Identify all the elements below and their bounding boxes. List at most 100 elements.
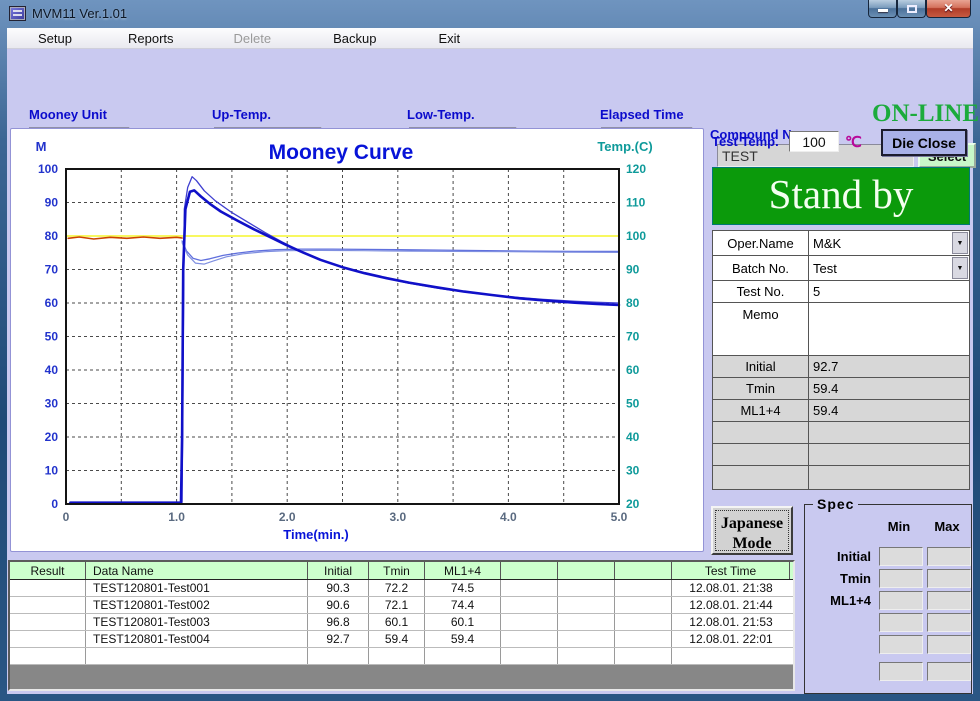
results-header-cell: Test Time bbox=[672, 562, 790, 579]
minimize-icon bbox=[878, 9, 888, 12]
results-cell: 92.7 bbox=[308, 631, 369, 647]
menu-item-exit[interactable]: Exit bbox=[438, 31, 460, 46]
spec-min-input[interactable] bbox=[879, 613, 923, 632]
results-cell bbox=[672, 648, 790, 664]
spec-min-input[interactable] bbox=[879, 591, 923, 610]
results-row[interactable] bbox=[10, 648, 793, 665]
spec-title: Spec bbox=[813, 496, 858, 512]
app-window: MVM11 Ver.1.01 ✕ SetupReportsDeleteBacku… bbox=[0, 0, 980, 701]
results-row[interactable]: TEST120801-Test00492.759.459.412.08.01. … bbox=[10, 631, 793, 648]
results-cell bbox=[10, 614, 86, 630]
results-header-cell: ML1+4 bbox=[425, 562, 501, 579]
memo-label: Memo bbox=[713, 303, 809, 355]
results-row[interactable]: TEST120801-Test00190.372.274.512.08.01. … bbox=[10, 580, 793, 597]
memo-input[interactable] bbox=[809, 303, 969, 355]
menu-item-reports[interactable]: Reports bbox=[128, 31, 174, 46]
batch-no-label: Batch No. bbox=[713, 256, 809, 280]
mooney-chart: Mooney Curve M Temp.(C) Time(min.) 01020… bbox=[11, 129, 703, 551]
minimize-button[interactable] bbox=[868, 0, 897, 18]
results-cell bbox=[501, 648, 558, 664]
chart-title: Mooney Curve bbox=[269, 141, 414, 164]
test-temp-input[interactable]: 100 bbox=[789, 131, 839, 152]
spec-row bbox=[805, 611, 971, 633]
results-cell bbox=[501, 631, 558, 647]
results-cell bbox=[558, 631, 615, 647]
results-cell: 90.6 bbox=[308, 597, 369, 613]
batch-no-combo[interactable]: Test ▼ bbox=[809, 256, 969, 280]
x-axis-tick: 5.0 bbox=[611, 510, 628, 524]
oper-name-combo[interactable]: M&K ▼ bbox=[809, 231, 969, 255]
results-cell bbox=[558, 648, 615, 664]
spec-max-input[interactable] bbox=[927, 662, 971, 681]
results-cell bbox=[558, 614, 615, 630]
spec-max-input[interactable] bbox=[927, 569, 971, 588]
results-header-row: ResultData NameInitialTminML1+4Test Time bbox=[10, 562, 793, 580]
results-cell: 12.08.01. 21:44 bbox=[672, 597, 790, 613]
results-cell: 12.08.01. 21:53 bbox=[672, 614, 790, 630]
left-axis-tick: 20 bbox=[45, 430, 59, 444]
results-header-cell bbox=[615, 562, 672, 579]
results-cell: 72.2 bbox=[369, 580, 425, 596]
spec-min-input[interactable] bbox=[879, 662, 923, 681]
spec-max-input[interactable] bbox=[927, 635, 971, 654]
results-cell bbox=[10, 597, 86, 613]
window-bottom-border bbox=[0, 694, 980, 701]
app-icon bbox=[9, 6, 26, 21]
maximize-button[interactable] bbox=[897, 0, 926, 18]
chevron-down-icon[interactable]: ▼ bbox=[952, 257, 968, 279]
x-axis-label: Time(min.) bbox=[283, 527, 349, 542]
batch-no-value: Test bbox=[813, 261, 837, 276]
spec-row-ml14: ML1+4 bbox=[805, 589, 971, 611]
status-banner: Stand by bbox=[712, 167, 970, 225]
spec-row-label: ML1+4 bbox=[805, 593, 875, 608]
spec-min-input[interactable] bbox=[879, 569, 923, 588]
window-controls: ✕ bbox=[868, 0, 971, 18]
results-cell bbox=[10, 648, 86, 664]
spec-min-input[interactable] bbox=[879, 635, 923, 654]
results-row[interactable]: TEST120801-Test00290.672.174.412.08.01. … bbox=[10, 597, 793, 614]
oper-name-label: Oper.Name bbox=[713, 231, 809, 255]
results-cell bbox=[369, 648, 425, 664]
memo-row: Memo bbox=[713, 303, 969, 356]
results-cell bbox=[615, 648, 672, 664]
menu-item-backup[interactable]: Backup bbox=[333, 31, 376, 46]
spec-max-input[interactable] bbox=[927, 613, 971, 632]
spec-min-input[interactable] bbox=[879, 547, 923, 566]
results-row[interactable]: TEST120801-Test00396.860.160.112.08.01. … bbox=[10, 614, 793, 631]
test-temp-unit: ℃ bbox=[845, 133, 862, 151]
empty-row bbox=[713, 466, 969, 489]
close-icon: ✕ bbox=[927, 1, 970, 15]
japanese-mode-button[interactable]: Japanese Mode bbox=[711, 506, 793, 555]
results-header-cell: Initial bbox=[308, 562, 369, 579]
spec-groupbox: Spec Min Max InitialTminML1+4 bbox=[804, 504, 972, 694]
results-cell: TEST120801-Test004 bbox=[86, 631, 308, 647]
menu-item-setup[interactable]: Setup bbox=[38, 31, 72, 46]
empty-row bbox=[713, 444, 969, 466]
close-button[interactable]: ✕ bbox=[926, 0, 971, 18]
spec-row bbox=[805, 660, 971, 682]
left-axis-tick: 70 bbox=[45, 263, 59, 277]
left-axis-tick: 90 bbox=[45, 196, 59, 210]
spec-max-input[interactable] bbox=[927, 591, 971, 610]
titlebar: MVM11 Ver.1.01 ✕ bbox=[0, 0, 980, 28]
x-axis-tick: 1.0 bbox=[168, 510, 185, 524]
initial-label: Initial bbox=[713, 356, 809, 377]
spec-row-initial: Initial bbox=[805, 545, 971, 567]
results-cell bbox=[10, 631, 86, 647]
test-temp-label: Test Temp. bbox=[712, 134, 779, 149]
results-cell bbox=[615, 597, 672, 613]
spec-row bbox=[805, 633, 971, 655]
ml14-value: 59.4 bbox=[809, 400, 969, 421]
test-no-input[interactable]: 5 bbox=[809, 281, 969, 302]
die-close-button[interactable]: Die Close bbox=[881, 129, 967, 156]
results-cell bbox=[558, 597, 615, 613]
elapsed-time-label: Elapsed Time bbox=[600, 107, 684, 122]
left-axis-label: M bbox=[36, 139, 47, 154]
initial-row: Initial 92.7 bbox=[713, 356, 969, 378]
left-axis-tick: 80 bbox=[45, 229, 59, 243]
chevron-down-icon[interactable]: ▼ bbox=[952, 232, 968, 254]
spec-max-input[interactable] bbox=[927, 547, 971, 566]
client-area: Mooney Unit −0.4 M Up-Temp. 100.0 ℃ Low-… bbox=[7, 49, 973, 694]
batch-no-row: Batch No. Test ▼ bbox=[713, 256, 969, 281]
right-axis-tick: 50 bbox=[626, 397, 640, 411]
